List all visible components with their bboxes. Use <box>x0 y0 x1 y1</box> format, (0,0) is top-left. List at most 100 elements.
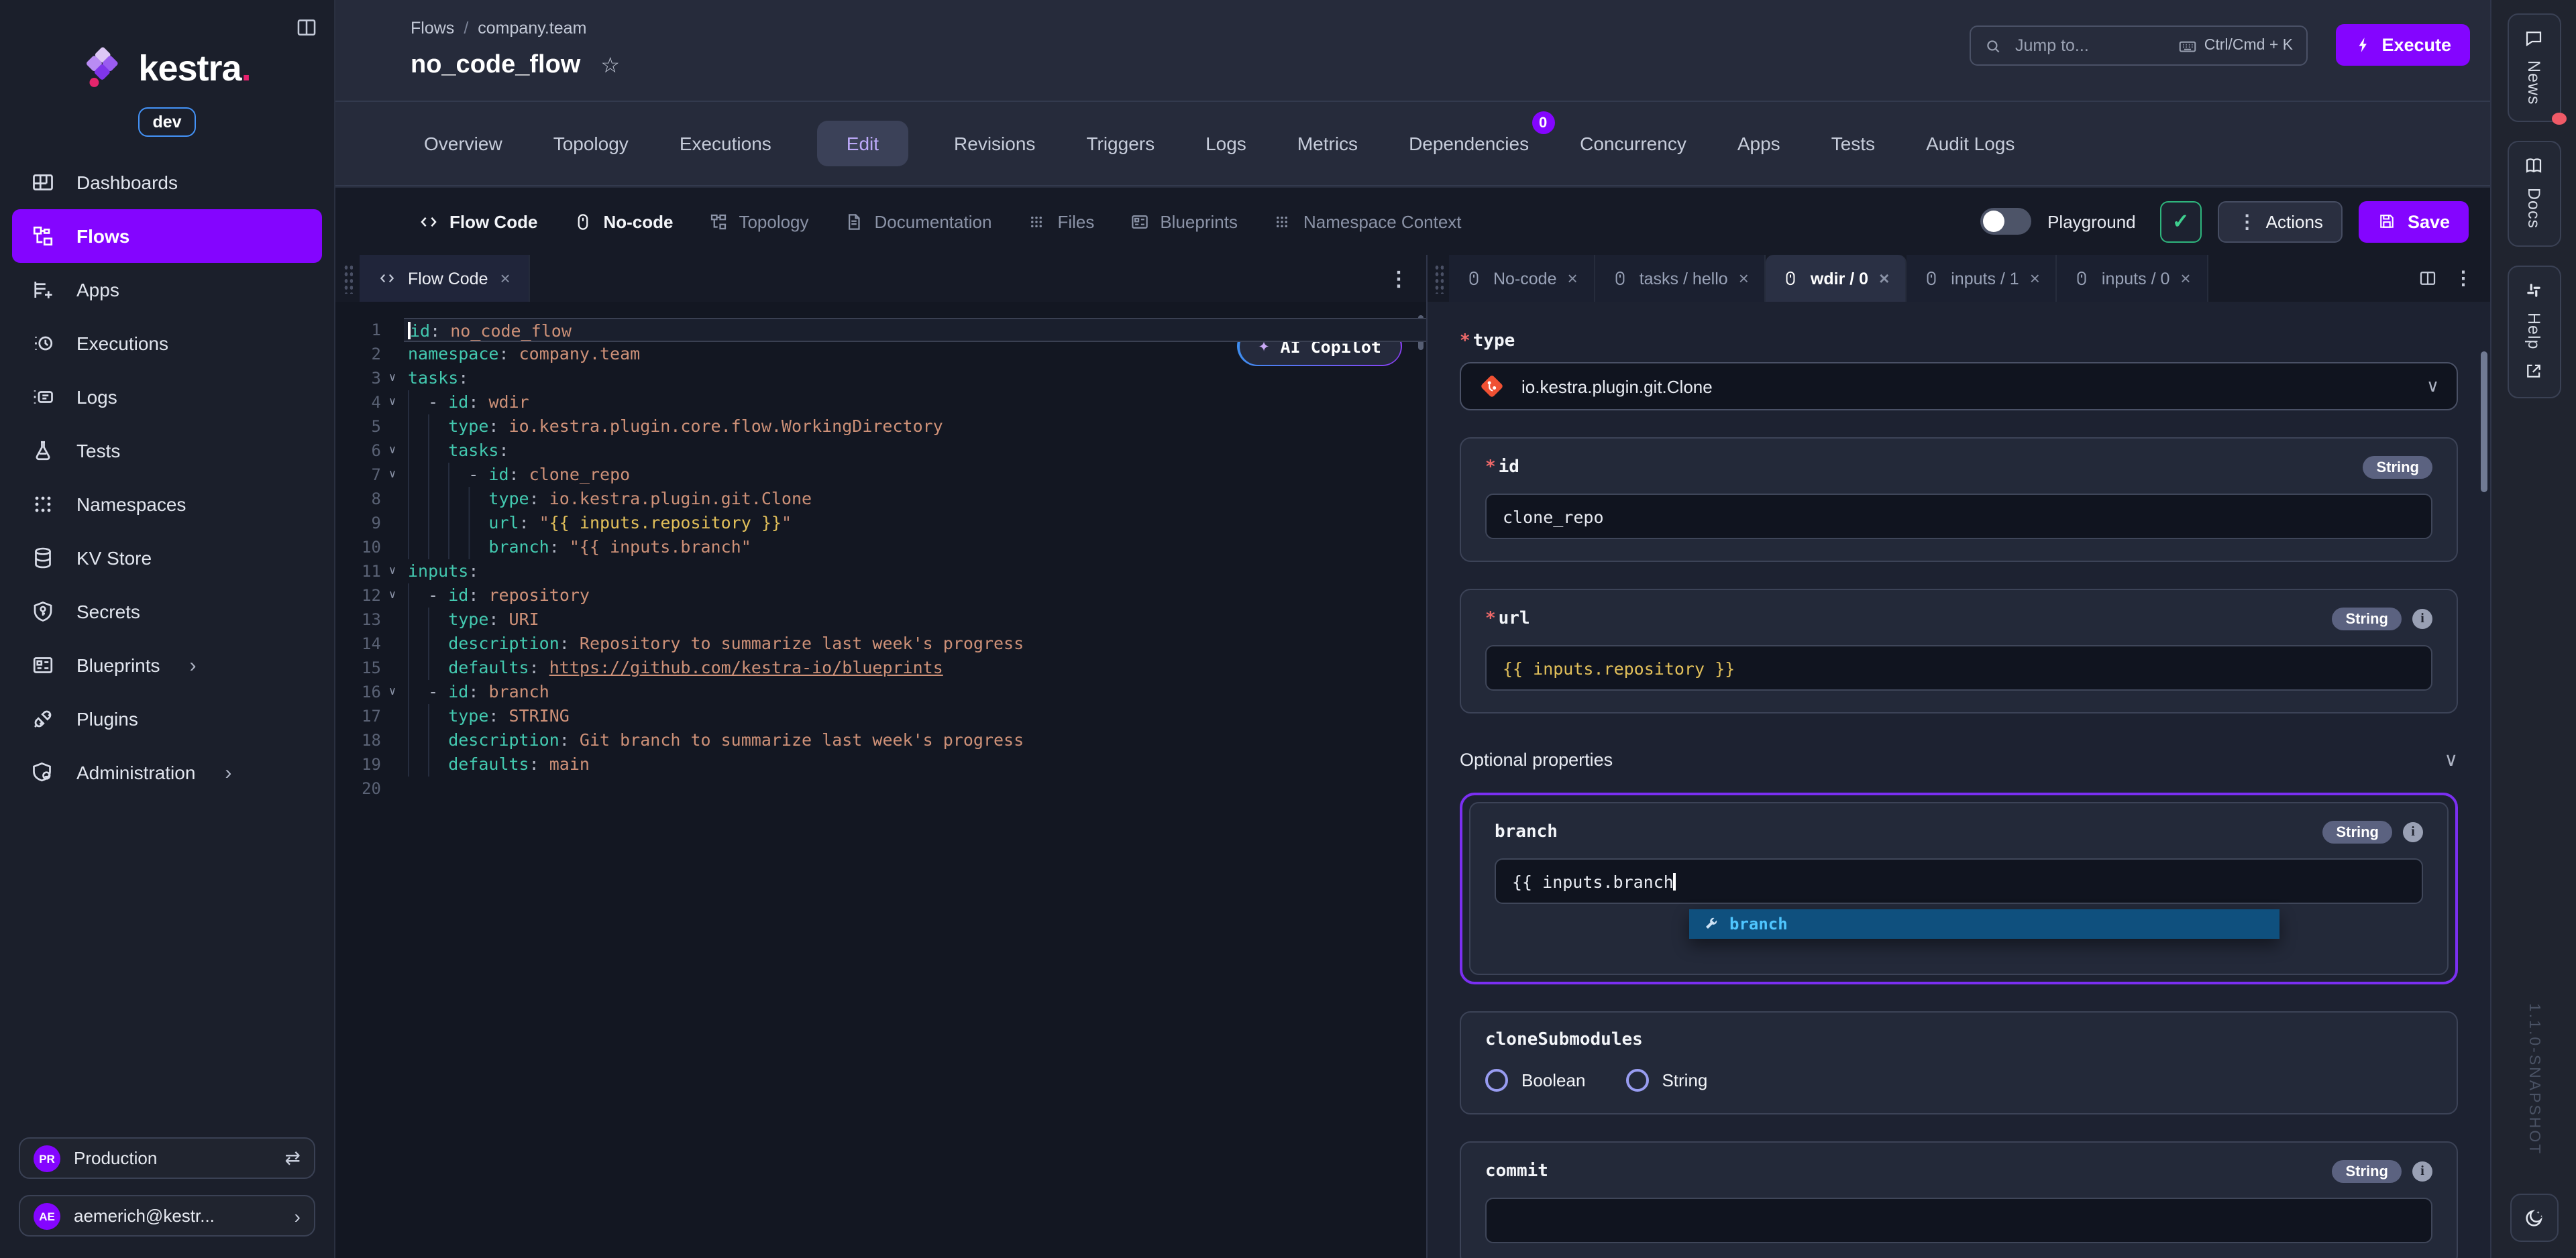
sidebar-item-administration[interactable]: Administration› <box>12 746 322 799</box>
radio-option-boolean[interactable]: Boolean <box>1485 1069 1585 1092</box>
sidebar-item-logs[interactable]: Logs <box>12 370 322 424</box>
code-line-15[interactable]: 15defaults: https://github.com/kestra-io… <box>335 656 1426 680</box>
panel-tab-no-code[interactable]: No-code× <box>1449 255 1595 302</box>
type-select[interactable]: io.kestra.plugin.git.Clone ∨ <box>1460 362 2458 410</box>
code-line-4[interactable]: 4∨- id: wdir <box>335 390 1426 414</box>
code-line-content[interactable]: - id: clone_repo <box>404 463 1426 487</box>
sidebar-item-blueprints[interactable]: Blueprints› <box>12 638 322 692</box>
close-icon[interactable]: × <box>1879 268 1889 288</box>
execute-button[interactable]: Execute <box>2336 24 2470 66</box>
tab-overview[interactable]: Overview <box>419 121 508 166</box>
editor-tab-flow-code[interactable]: Flow Code × <box>360 255 531 302</box>
sidebar-item-tests[interactable]: Tests <box>12 424 322 477</box>
code-line-13[interactable]: 13type: URI <box>335 608 1426 632</box>
toolbar-item-namespace-context[interactable]: Namespace Context <box>1273 211 1462 231</box>
code-line-content[interactable]: defaults: main <box>404 752 1426 777</box>
code-line-content[interactable]: description: Repository to summarize las… <box>404 632 1426 656</box>
tab-audit-logs[interactable]: Audit Logs <box>1921 121 2020 166</box>
code-line-20[interactable]: 20 <box>335 777 1426 801</box>
panel-tab-inputs-1[interactable]: inputs / 1× <box>1907 255 2057 302</box>
radio-option-string[interactable]: String <box>1625 1069 1707 1092</box>
save-button[interactable]: Save <box>2359 201 2469 242</box>
rightbar-tab-help[interactable]: Help <box>2507 266 2561 399</box>
branch-input[interactable]: {{ inputs.branch <box>1495 858 2423 904</box>
code-line-18[interactable]: 18description: Git branch to summarize l… <box>335 728 1426 752</box>
code-line-14[interactable]: 14description: Repository to summarize l… <box>335 632 1426 656</box>
code-line-8[interactable]: 8type: io.kestra.plugin.git.Clone <box>335 487 1426 511</box>
sidebar-item-flows[interactable]: Flows <box>12 209 322 263</box>
info-icon[interactable]: i <box>2412 609 2432 629</box>
yaml-editor[interactable]: ✦AI Copilot 1id: no_code_flow2namespace:… <box>335 302 1426 1258</box>
code-line-19[interactable]: 19defaults: main <box>335 752 1426 777</box>
user-menu[interactable]: AE aemerich@kestr... › <box>19 1195 315 1237</box>
split-panel-icon[interactable] <box>2418 268 2438 288</box>
code-line-content[interactable]: description: Git branch to summarize las… <box>404 728 1426 752</box>
code-line-10[interactable]: 10branch: "{{ inputs.branch" <box>335 535 1426 559</box>
code-line-9[interactable]: 9url: "{{ inputs.repository }}" <box>335 511 1426 535</box>
sidebar-item-plugins[interactable]: Plugins <box>12 692 322 746</box>
code-line-content[interactable]: - id: branch <box>404 680 1426 704</box>
code-line-content[interactable]: branch: "{{ inputs.branch" <box>404 535 1426 559</box>
workspace-switcher[interactable]: PR Production ⇄ <box>19 1137 315 1179</box>
breadcrumb-namespace[interactable]: company.team <box>478 19 586 38</box>
commit-input[interactable] <box>1485 1198 2432 1243</box>
code-line-3[interactable]: 3∨tasks: <box>335 366 1426 390</box>
toolbar-item-no-code[interactable]: No-code <box>572 211 673 231</box>
sidebar-item-kv-store[interactable]: KV Store <box>12 531 322 585</box>
sidebar-item-secrets[interactable]: Secrets <box>12 585 322 638</box>
jump-to-search[interactable]: Ctrl/Cmd + K <box>1970 25 2308 66</box>
id-input[interactable]: clone_repo <box>1485 494 2432 539</box>
code-line-12[interactable]: 12∨- id: repository <box>335 583 1426 608</box>
close-icon[interactable]: × <box>1568 268 1578 288</box>
fold-chevron-icon[interactable]: ∨ <box>381 390 404 414</box>
playground-toggle[interactable] <box>1980 208 2031 235</box>
tab-metrics[interactable]: Metrics <box>1292 121 1363 166</box>
panel-tab-tasks-hello[interactable]: tasks / hello× <box>1595 255 1766 302</box>
fold-chevron-icon[interactable]: ∨ <box>381 366 404 390</box>
fold-chevron-icon[interactable]: ∨ <box>381 583 404 608</box>
theme-toggle-button[interactable] <box>2510 1194 2558 1242</box>
swap-icon[interactable]: ⇄ <box>285 1147 301 1169</box>
tab-dependencies[interactable]: Dependencies0 <box>1403 121 1534 166</box>
chevron-down-icon[interactable]: ∨ <box>2445 748 2459 771</box>
info-icon[interactable]: i <box>2403 822 2423 842</box>
info-icon[interactable]: i <box>2412 1161 2432 1182</box>
toolbar-item-blueprints[interactable]: Blueprints <box>1129 211 1238 231</box>
code-line-16[interactable]: 16∨- id: branch <box>335 680 1426 704</box>
code-line-5[interactable]: 5type: io.kestra.plugin.core.flow.Workin… <box>335 414 1426 439</box>
tab-revisions[interactable]: Revisions <box>949 121 1040 166</box>
code-line-content[interactable]: - id: wdir <box>404 390 1426 414</box>
code-line-1[interactable]: 1id: no_code_flow <box>335 318 1426 342</box>
toolbar-item-flow-code[interactable]: Flow Code <box>419 211 537 231</box>
drag-handle[interactable] <box>1434 264 1444 293</box>
tab-executions[interactable]: Executions <box>674 121 777 166</box>
code-line-content[interactable]: tasks: <box>404 366 1426 390</box>
tab-triggers[interactable]: Triggers <box>1081 121 1160 166</box>
tab-topology[interactable]: Topology <box>548 121 634 166</box>
search-input[interactable] <box>2012 35 2167 56</box>
code-line-6[interactable]: 6∨tasks: <box>335 439 1426 463</box>
tab-logs[interactable]: Logs <box>1200 121 1252 166</box>
code-line-content[interactable]: defaults: https://github.com/kestra-io/b… <box>404 656 1426 680</box>
panel-menu-kebab-icon[interactable]: ⋮ <box>2454 267 2473 290</box>
code-line-7[interactable]: 7∨- id: clone_repo <box>335 463 1426 487</box>
code-line-content[interactable]: url: "{{ inputs.repository }}" <box>404 511 1426 535</box>
panel-scrollbar[interactable] <box>2481 351 2487 492</box>
actions-button[interactable]: ⋮Actions <box>2218 201 2343 242</box>
drag-handle[interactable] <box>343 264 353 293</box>
code-line-2[interactable]: 2namespace: company.team <box>335 342 1426 366</box>
code-line-content[interactable]: namespace: company.team <box>404 342 1426 366</box>
url-input[interactable]: {{ inputs.repository }} <box>1485 645 2432 691</box>
fold-chevron-icon[interactable]: ∨ <box>381 559 404 583</box>
tab-tests[interactable]: Tests <box>1826 121 1880 166</box>
sidebar-item-dashboards[interactable]: Dashboards <box>12 156 322 209</box>
code-line-content[interactable] <box>404 777 1426 801</box>
tab-apps[interactable]: Apps <box>1732 121 1786 166</box>
close-icon[interactable]: × <box>500 268 511 288</box>
close-icon[interactable]: × <box>2180 268 2190 288</box>
sidebar-item-executions[interactable]: Executions <box>12 317 322 370</box>
panel-tab-inputs-0[interactable]: inputs / 0× <box>2057 255 2208 302</box>
panel-tab-wdir-0[interactable]: wdir / 0× <box>1766 255 1907 302</box>
code-line-content[interactable]: tasks: <box>404 439 1426 463</box>
tab-concurrency[interactable]: Concurrency <box>1574 121 1692 166</box>
